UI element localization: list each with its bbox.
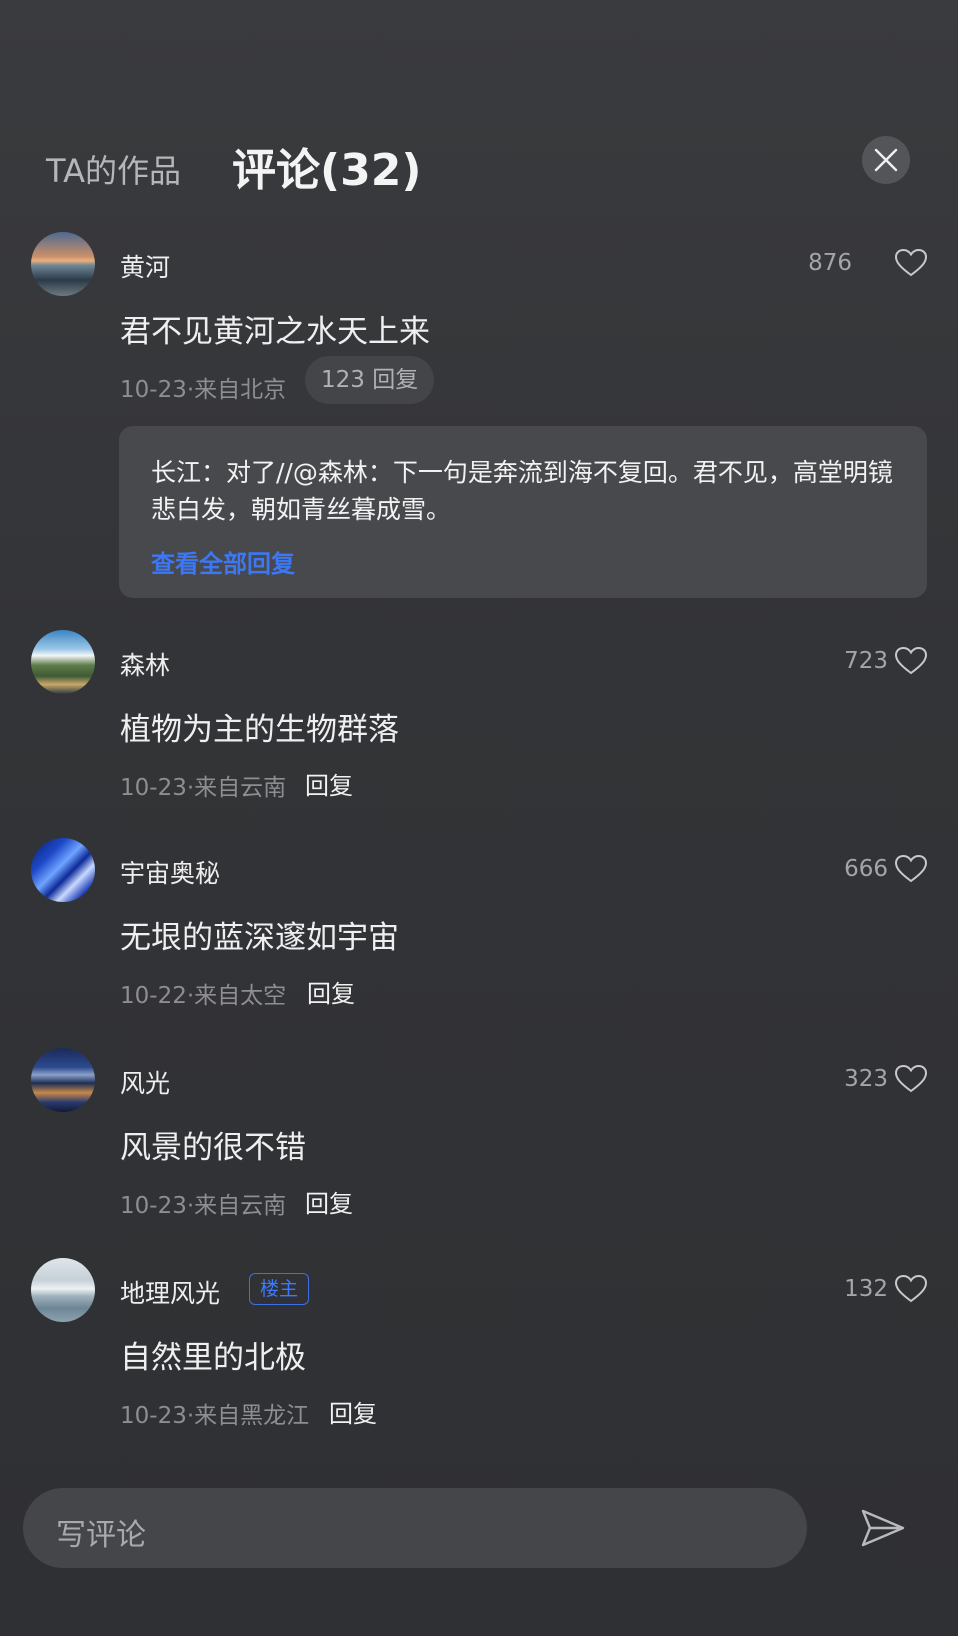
comment-content: 无垠的蓝深邃如宇宙	[120, 920, 399, 956]
heart-icon[interactable]	[894, 1274, 928, 1304]
reply-button[interactable]: 回复	[329, 1394, 377, 1429]
reply-button[interactable]: 回复	[305, 766, 353, 801]
view-all-replies-link[interactable]: 查看全部回复	[151, 544, 295, 579]
send-icon[interactable]	[860, 1508, 906, 1548]
heart-icon[interactable]	[894, 854, 928, 884]
owner-badge: 楼主	[249, 1273, 310, 1305]
tab-comments[interactable]: 评论(32)	[232, 134, 421, 198]
heart-icon[interactable]	[894, 248, 928, 278]
comment-meta: 10-23·来自云南	[120, 1193, 287, 1219]
comments-header: TA的作品 评论(32)	[0, 120, 958, 200]
close-icon	[874, 148, 898, 172]
like-count: 876	[808, 250, 852, 276]
avatar[interactable]	[31, 1048, 95, 1112]
comment-author[interactable]: 森林	[120, 646, 170, 682]
reply-preview-text: 长江：对了//@森林：下一句是奔流到海不复回。君不见，高堂明镜悲白发，朝如青丝暮…	[151, 458, 893, 524]
comment-meta: 10-23·来自黑龙江	[120, 1403, 310, 1429]
comment-author[interactable]: 地理风光	[120, 1274, 220, 1310]
comment-content: 自然里的北极	[120, 1340, 306, 1376]
avatar[interactable]	[31, 232, 95, 296]
comment-author[interactable]: 风光	[120, 1064, 170, 1100]
close-button[interactable]	[862, 136, 910, 184]
comment-meta: 10-23·来自北京	[120, 377, 287, 403]
comment-content: 风景的很不错	[120, 1130, 306, 1166]
avatar[interactable]	[31, 838, 95, 902]
comment-input[interactable]: 写评论	[23, 1488, 807, 1568]
reply-button[interactable]: 回复	[307, 974, 355, 1009]
comment-meta: 10-22·来自太空	[120, 983, 287, 1009]
comment-content: 君不见黄河之水天上来	[120, 314, 430, 350]
comment-content: 植物为主的生物群落	[120, 712, 399, 748]
comment-meta: 10-23·来自云南	[120, 775, 287, 801]
reply-button[interactable]: 回复	[305, 1184, 353, 1219]
like-count: 723	[844, 648, 888, 674]
avatar[interactable]	[31, 1258, 95, 1322]
heart-icon[interactable]	[894, 646, 928, 676]
like-count: 132	[844, 1276, 888, 1302]
reply-preview-box[interactable]: 长江：对了//@森林：下一句是奔流到海不复回。君不见，高堂明镜悲白发，朝如青丝暮…	[119, 426, 927, 598]
comment-item: 地理风光 楼主 132 自然里的北极 10-23·来自黑龙江 回复	[0, 1258, 958, 1438]
heart-icon[interactable]	[894, 1064, 928, 1094]
comment-author[interactable]: 黄河	[120, 248, 170, 284]
reply-count-button[interactable]: 123 回复	[305, 356, 435, 404]
avatar[interactable]	[31, 630, 95, 694]
like-count: 666	[844, 856, 888, 882]
comment-author[interactable]: 宇宙奥秘	[120, 854, 220, 890]
comment-input-placeholder: 写评论	[56, 1518, 146, 1553]
like-count: 323	[844, 1066, 888, 1092]
comment-item: 风光 323 风景的很不错 10-23·来自云南 回复	[0, 1048, 958, 1228]
comment-item: 宇宙奥秘 666 无垠的蓝深邃如宇宙 10-22·来自太空 回复	[0, 838, 958, 1018]
tab-works[interactable]: TA的作品	[46, 146, 181, 192]
comment-item: 森林 723 植物为主的生物群落 10-23·来自云南 回复	[0, 630, 958, 810]
